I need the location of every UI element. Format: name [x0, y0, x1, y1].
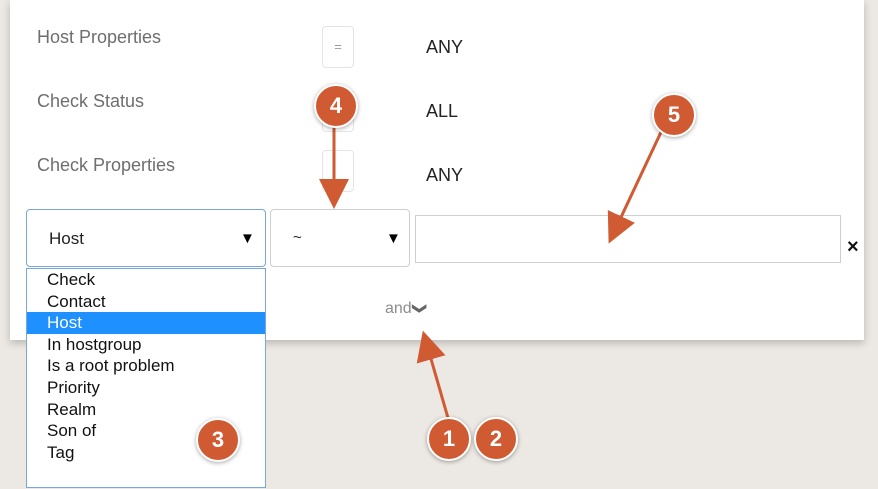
callout-badge-2: 2 [474, 417, 518, 461]
callout-badge-3: 3 [196, 418, 240, 462]
callout-badge-1: 1 [427, 417, 471, 461]
callout-badge-4: 4 [314, 84, 358, 128]
arrow-5 [607, 129, 664, 244]
callout-badge-5: 5 [652, 93, 696, 137]
annotation-arrows [319, 124, 664, 419]
arrow-1 [416, 330, 450, 419]
